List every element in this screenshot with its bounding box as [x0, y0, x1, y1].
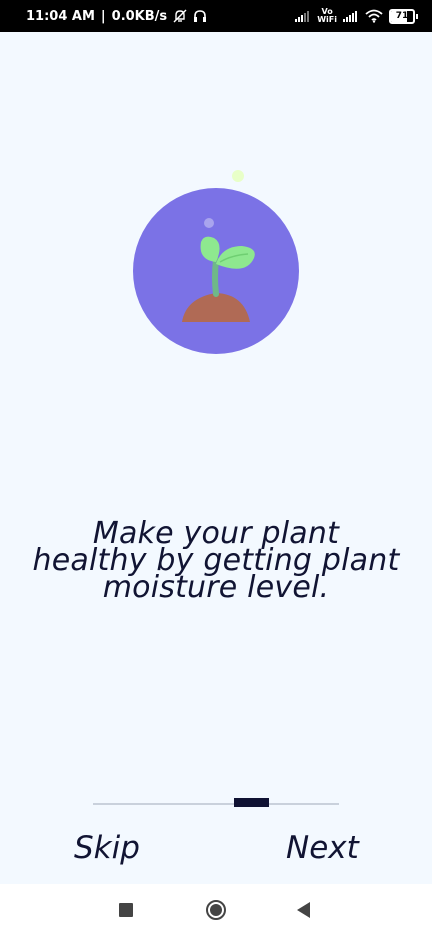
status-bar: 11:04 AM | 0.0KB/s Vo WiFi 71: [0, 0, 432, 32]
home-button[interactable]: [191, 884, 241, 936]
battery-level: 71: [395, 10, 409, 21]
wifi-icon: [365, 9, 383, 23]
recents-button[interactable]: [101, 884, 151, 936]
plant-sprout-icon: [133, 170, 299, 354]
back-icon: [297, 902, 310, 918]
volte-label-bottom: WiFi: [317, 15, 337, 24]
skip-button[interactable]: Skip: [74, 830, 140, 866]
progress-indicator-active: [234, 798, 269, 807]
signal-icon: [295, 10, 311, 22]
plant-stem: [212, 257, 219, 297]
signal-icon: [343, 10, 359, 22]
message-line-3: moisture level.: [102, 570, 330, 605]
battery-icon: 71: [389, 8, 418, 24]
status-right: Vo WiFi 71: [295, 8, 418, 24]
decor-dot-inner: [204, 218, 214, 228]
battery-body: 71: [389, 8, 415, 24]
recents-icon: [119, 903, 133, 917]
plant-illustration: [128, 160, 308, 360]
progress-track: [93, 803, 339, 805]
navigation-bar: [0, 884, 432, 936]
headphones-icon: [193, 9, 207, 23]
next-button[interactable]: Next: [286, 830, 359, 866]
volte-wifi-icon: Vo WiFi: [317, 8, 337, 24]
battery-tip: [416, 13, 418, 19]
home-icon: [206, 900, 226, 920]
status-network-speed: 0.0KB/s: [111, 8, 168, 24]
decor-dot-top: [232, 170, 244, 182]
mute-icon: [173, 9, 187, 23]
back-button[interactable]: [279, 884, 329, 936]
status-left: 11:04 AM | 0.0KB/s: [26, 9, 207, 24]
status-time: 11:04 AM: [26, 8, 95, 24]
status-separator: |: [100, 8, 106, 24]
onboarding-message: Make your plant healthy by getting plant…: [16, 519, 416, 605]
